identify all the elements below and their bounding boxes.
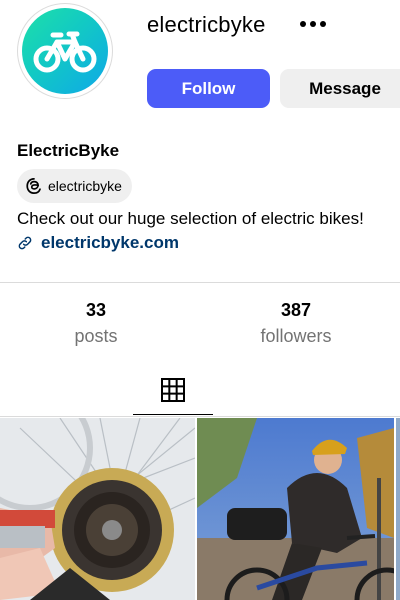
bicycle-cassette-lubrication-photo <box>0 418 195 600</box>
profile-avatar[interactable] <box>17 3 113 99</box>
posts-stat: 33 posts <box>36 300 156 347</box>
posts-label: posts <box>74 326 118 346</box>
profile-link-text: electricbyke.com <box>41 233 179 252</box>
follow-button[interactable]: Follow <box>147 69 270 108</box>
threads-badge[interactable]: electricbyke <box>17 169 132 203</box>
link-icon <box>18 236 32 250</box>
grid-icon <box>161 377 185 402</box>
profile-bio: Check out our huge selection of electric… <box>17 209 364 228</box>
threads-icon <box>26 178 41 194</box>
threads-handle: electricbyke <box>48 178 122 194</box>
followers-stat[interactable]: 387 followers <box>236 300 356 347</box>
profile-username: electricbyke <box>147 12 266 37</box>
posts-count: 33 <box>85 300 107 320</box>
followers-count: 387 <box>280 300 312 320</box>
man-riding-bicycle-photo <box>197 418 394 600</box>
section-divider <box>0 282 400 283</box>
post-thumbnail[interactable] <box>197 418 394 600</box>
partial-photo <box>396 418 400 600</box>
followers-label: followers <box>260 326 332 346</box>
avatar-background <box>22 8 108 94</box>
tab-bar-border <box>0 416 400 417</box>
post-thumbnail[interactable] <box>396 418 400 600</box>
tab-posts-grid[interactable] <box>133 365 213 415</box>
profile-link[interactable]: electricbyke.com <box>17 233 179 253</box>
profile-display-name: ElectricByke <box>17 141 120 160</box>
bicycle-logo-icon <box>33 31 97 73</box>
more-options-button[interactable] <box>296 10 330 38</box>
post-thumbnail[interactable] <box>0 418 195 600</box>
message-button[interactable]: Message <box>280 69 400 108</box>
more-options-icon <box>300 21 326 27</box>
